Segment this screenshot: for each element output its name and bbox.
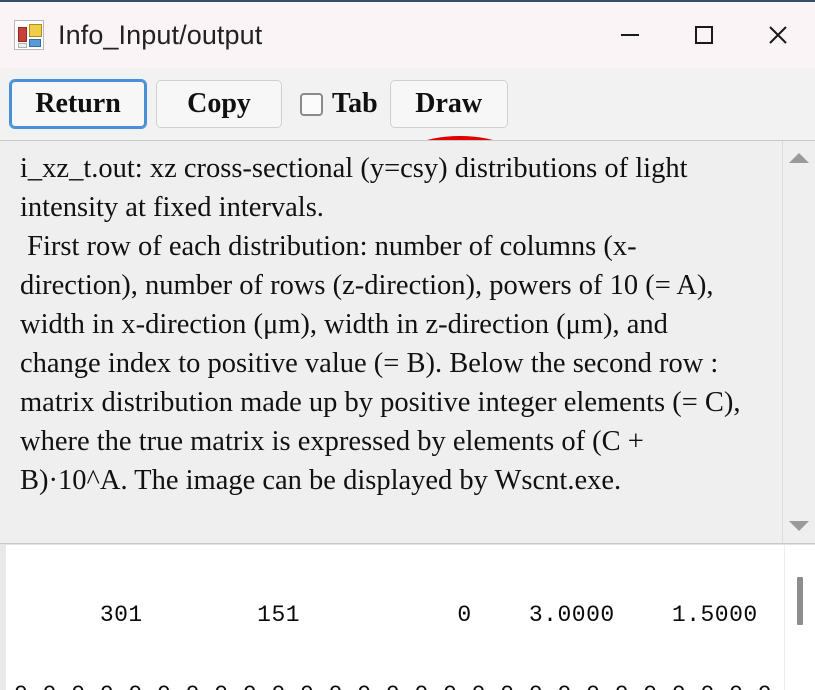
maximize-button[interactable] (667, 2, 741, 68)
minimize-icon (621, 34, 639, 36)
data-row: 0 0 0 0 0 0 0 0 0 0 0 0 0 0 0 0 0 0 0 0 … (14, 682, 785, 690)
info-input-output-window: Info_Input/output Return Copy Tab Draw i… (0, 0, 815, 690)
info-text: i_xz_t.out: xz cross-sectional (y=csy) d… (20, 153, 741, 496)
tab-checkbox-label: Tab (332, 88, 378, 119)
info-text-panel: i_xz_t.out: xz cross-sectional (y=csy) d… (0, 140, 815, 544)
close-button[interactable] (741, 2, 815, 68)
data-output-panel: 301 151 0 3.0000 1.5000 0 0 0 0 0 0 0 0 … (0, 544, 815, 690)
title-bar-left: Info_Input/output (0, 20, 593, 51)
minimize-button[interactable] (593, 2, 667, 68)
draw-button[interactable]: Draw (389, 80, 508, 128)
data-text[interactable]: 301 151 0 3.0000 1.5000 0 0 0 0 0 0 0 0 … (0, 545, 785, 690)
title-bar[interactable]: Info_Input/output (0, 0, 815, 68)
tab-checkbox[interactable] (300, 92, 323, 116)
copy-button[interactable]: Copy (156, 80, 282, 128)
close-icon (769, 26, 787, 44)
tab-checkbox-group[interactable]: Tab (300, 80, 378, 128)
app-squares-icon (14, 20, 44, 50)
return-button[interactable]: Return (9, 79, 147, 129)
scroll-down-icon[interactable] (783, 511, 815, 541)
window-title: Info_Input/output (58, 19, 263, 50)
data-header-row: 301 151 0 3.0000 1.5000 0 (99, 602, 758, 628)
maximize-icon (695, 26, 713, 44)
data-scrollbar[interactable] (784, 545, 815, 690)
data-scrollbar-thumb[interactable] (797, 577, 803, 625)
scroll-up-icon[interactable] (783, 143, 815, 173)
info-scrollbar[interactable] (782, 141, 815, 543)
window-controls (593, 2, 815, 68)
toolbar: Return Copy Tab Draw (0, 68, 815, 202)
